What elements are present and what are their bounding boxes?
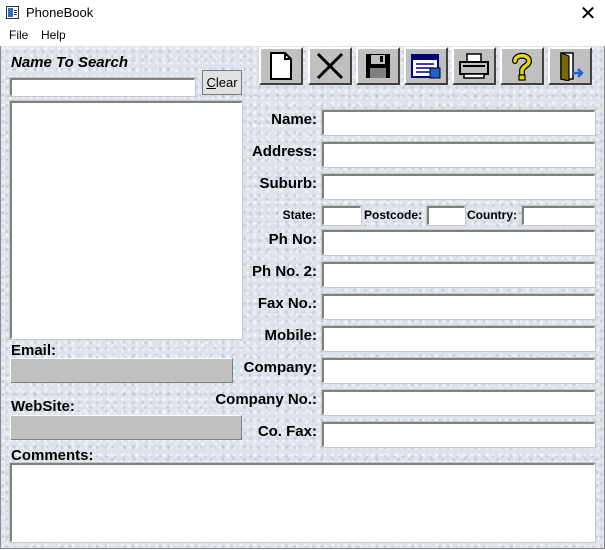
app-icon — [6, 6, 19, 19]
print-button[interactable] — [452, 47, 496, 85]
company-no-field[interactable] — [321, 389, 596, 416]
close-button[interactable]: ✕ — [571, 0, 605, 26]
postcode-field[interactable] — [426, 205, 466, 226]
menu-file[interactable]: File — [9, 28, 28, 42]
search-input[interactable] — [9, 77, 196, 97]
phone-field[interactable] — [321, 229, 596, 256]
suburb-field[interactable] — [321, 173, 596, 200]
company-label: Company: — [243, 359, 317, 376]
clear-button-accel: C — [206, 75, 216, 90]
name-field[interactable] — [321, 109, 596, 136]
clear-button[interactable]: Clear — [202, 70, 242, 95]
new-record-button[interactable] — [259, 47, 303, 85]
exit-button[interactable] — [548, 47, 592, 85]
window-title: PhoneBook — [26, 5, 94, 20]
mobile-label: Mobile: — [264, 327, 318, 344]
menu-bar — [0, 26, 605, 46]
phone-label: Ph No: — [268, 231, 317, 248]
address-label: Address: — [251, 143, 317, 160]
email-label: Email: — [11, 342, 57, 359]
floppy-disk-icon — [366, 54, 390, 78]
suburb-label: Suburb: — [259, 175, 318, 192]
website-label: WebSite: — [11, 398, 75, 415]
delete-x-icon — [316, 52, 344, 80]
mobile-field[interactable] — [321, 325, 596, 352]
exit-door-icon — [560, 52, 584, 81]
company-field[interactable] — [321, 357, 596, 384]
company-no-label: Company No.: — [215, 391, 317, 408]
clear-button-label: lear — [215, 75, 238, 90]
co-fax-field[interactable] — [321, 421, 596, 448]
new-document-icon — [270, 52, 292, 80]
search-label: Name To Search — [11, 54, 128, 71]
view-records-button[interactable] — [404, 47, 448, 85]
comments-label: Comments: — [11, 447, 94, 464]
menu-help[interactable]: Help — [41, 28, 66, 42]
printer-icon — [459, 53, 489, 79]
save-record-button[interactable] — [356, 47, 400, 85]
state-label: State: — [282, 208, 316, 222]
country-field[interactable] — [521, 205, 596, 226]
comments-field[interactable] — [9, 462, 596, 543]
phone2-label: Ph No. 2: — [251, 263, 317, 280]
delete-record-button[interactable] — [308, 47, 352, 85]
fax-field[interactable] — [321, 293, 596, 320]
name-label: Name: — [271, 111, 317, 128]
fax-label: Fax No.: — [257, 295, 317, 312]
country-label: Country: — [467, 208, 517, 222]
state-field[interactable] — [321, 205, 362, 226]
co-fax-label: Co. Fax: — [257, 423, 317, 440]
question-mark-icon — [512, 52, 533, 81]
help-button[interactable] — [500, 47, 544, 85]
address-field[interactable] — [321, 141, 596, 168]
postcode-label: Postcode: — [364, 208, 423, 222]
phone2-field[interactable] — [321, 261, 596, 288]
table-view-icon — [411, 54, 441, 79]
